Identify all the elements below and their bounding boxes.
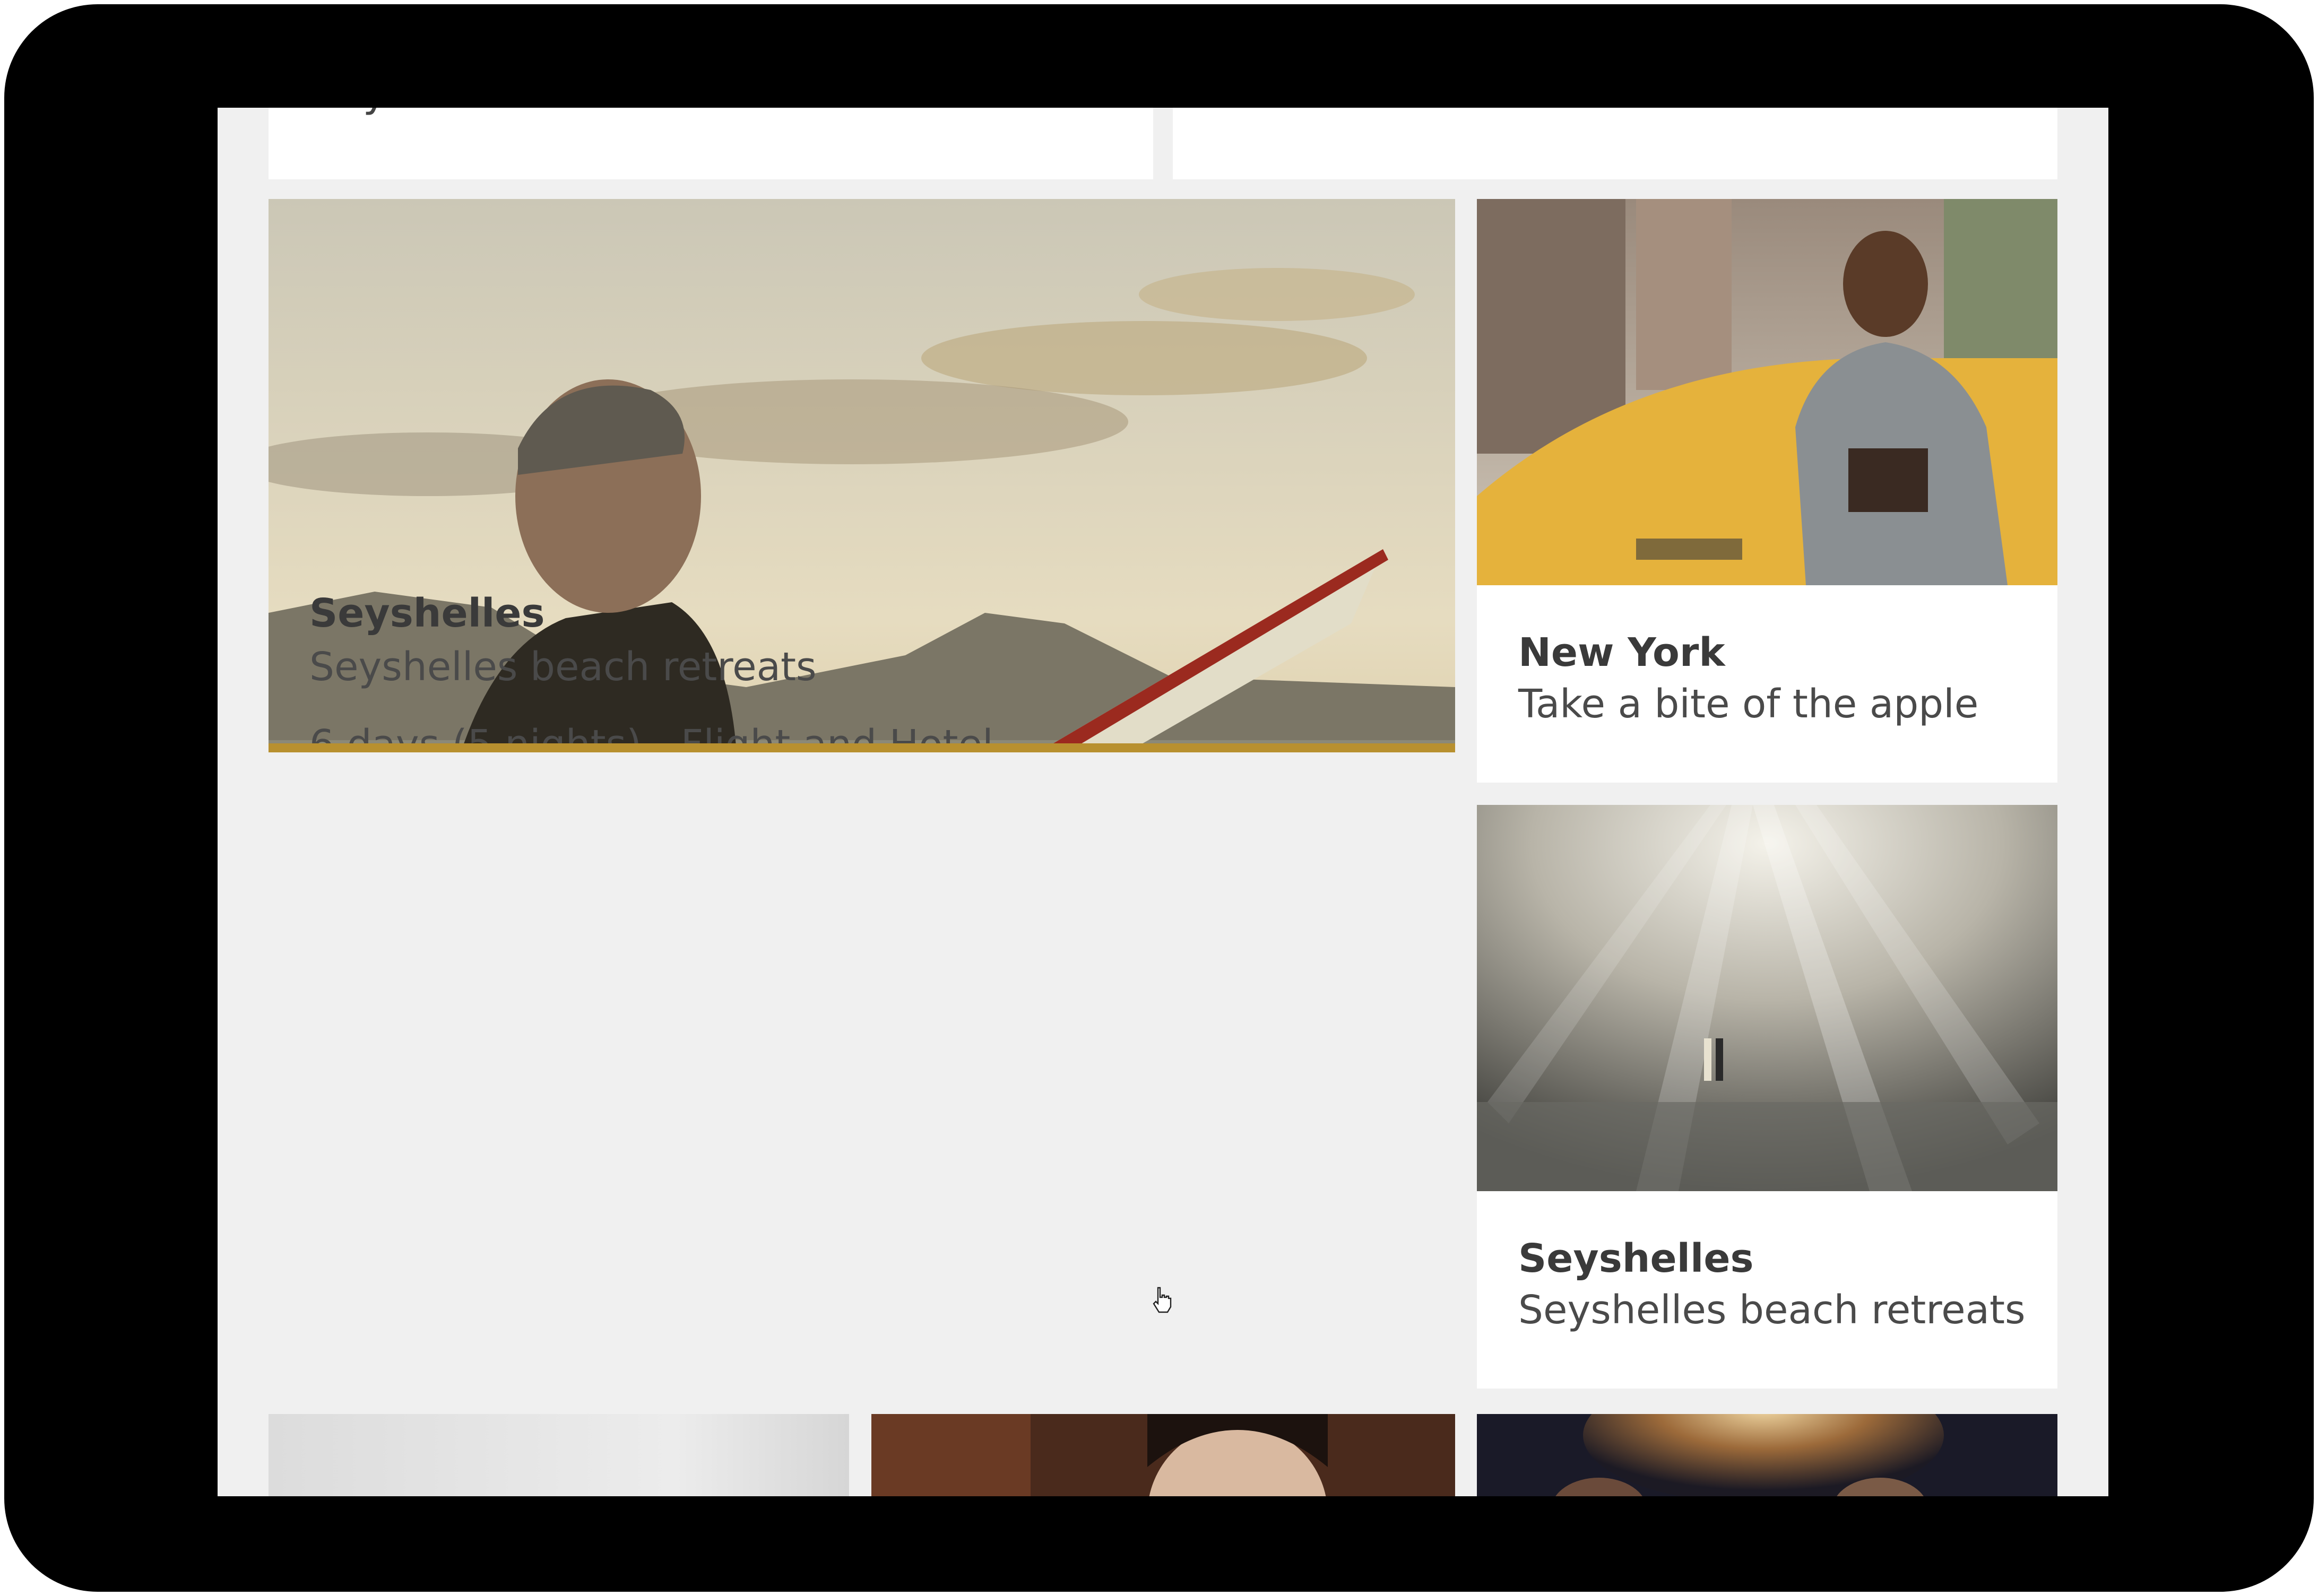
side-card-seyshelles[interactable]: Seyshelles Seyshelles beach retreats <box>1477 805 2057 1389</box>
new-york-taxi-photo <box>1477 199 2057 585</box>
bottom-card-placeholder[interactable] <box>269 1414 849 1496</box>
selected-accent-bar <box>269 743 1455 752</box>
bottom-card-lanterns[interactable] <box>1477 1414 2057 1496</box>
card-subtitle: Seyshelles beach retreats <box>1518 1287 2026 1333</box>
tablet-device: Seyshelles beach retreats Discover the l… <box>4 4 2314 1592</box>
destinations-screen: Seyshelles beach retreats Discover the l… <box>218 108 2108 1496</box>
top-card-australia[interactable]: Discover the land down under <box>1173 108 2057 179</box>
top-card-seyshelles[interactable]: Seyshelles beach retreats <box>269 108 1153 179</box>
smiling-woman-photo <box>871 1414 1455 1496</box>
card-subtitle: Seyshelles beach retreats <box>311 108 845 116</box>
card-subtitle: Seyshelles beach retreats <box>309 644 817 690</box>
hand-pointer-icon <box>1152 1287 1173 1314</box>
bottom-card-woman[interactable] <box>871 1414 1455 1496</box>
card-subtitle: Take a bite of the apple <box>1518 681 1979 727</box>
grey-placeholder-image <box>269 1414 849 1496</box>
card-title: New York <box>1518 630 1725 675</box>
featured-card-seyshelles[interactable]: Seyshelles Seyshelles beach retreats 6 d… <box>269 199 1455 752</box>
card-subtitle: Discover the land down under <box>1215 108 1838 116</box>
lanterns-photo <box>1477 1414 2057 1496</box>
card-title: Seyshelles <box>309 591 545 636</box>
side-card-new-york[interactable]: New York Take a bite of the apple <box>1477 199 2057 783</box>
light-dome-photo <box>1477 805 2057 1191</box>
card-title: Seyshelles <box>1518 1236 1754 1281</box>
